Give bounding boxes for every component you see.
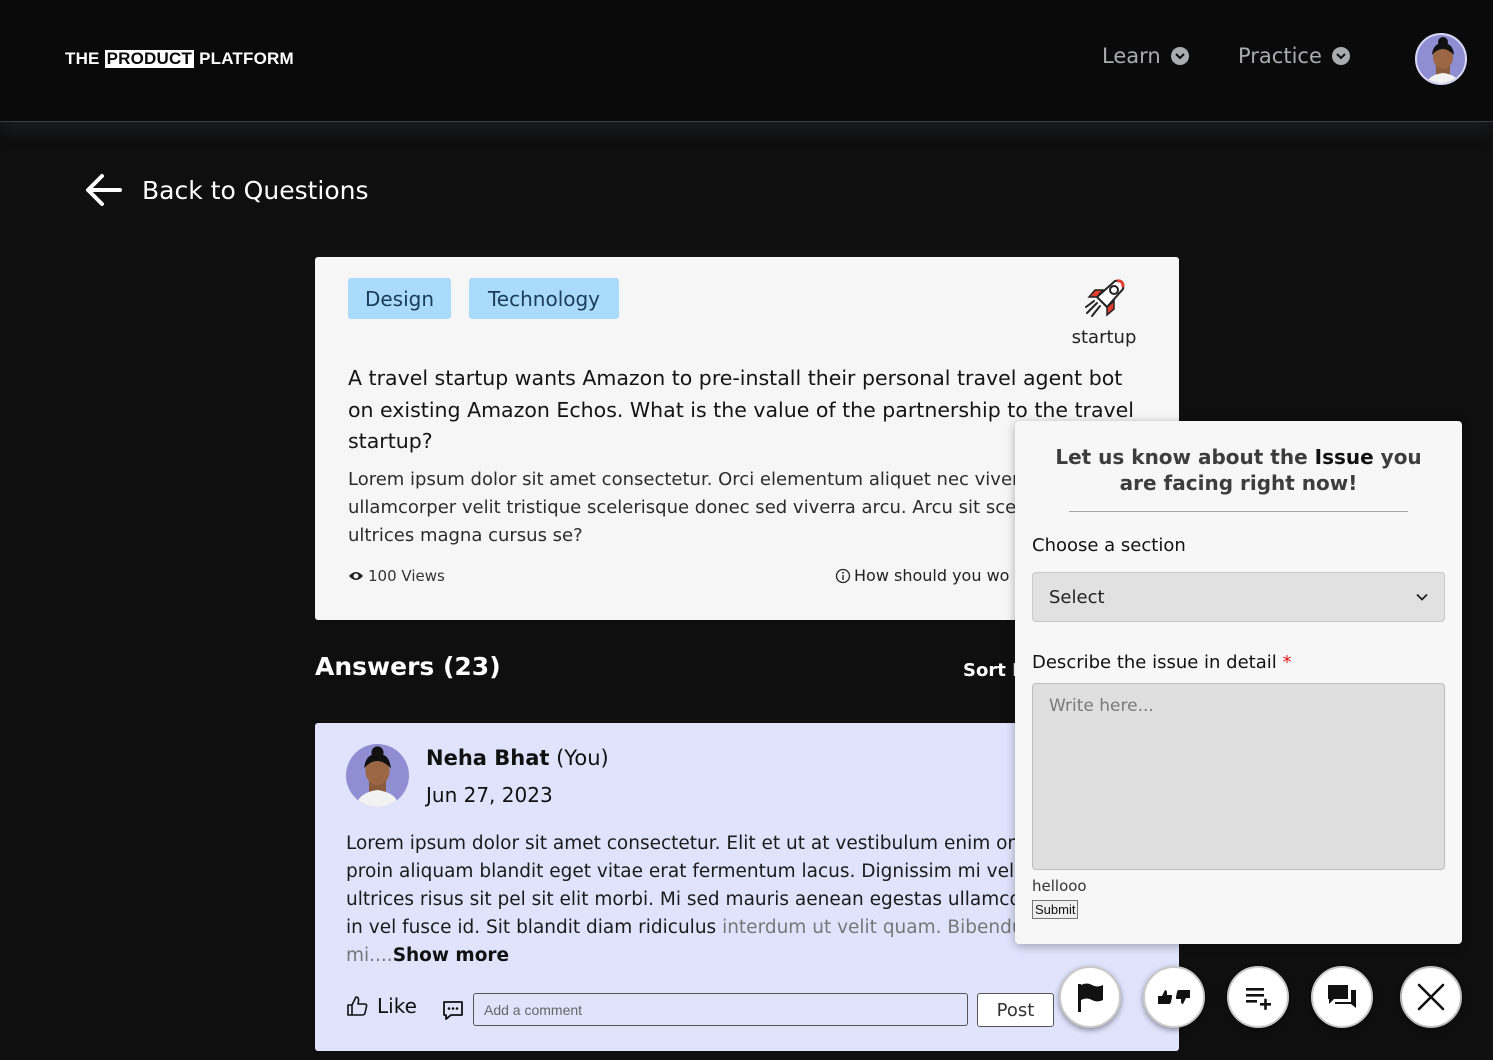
- author-name: Neha Bhat: [426, 746, 550, 770]
- flag-icon: [1078, 983, 1103, 1012]
- close-button[interactable]: [1400, 966, 1462, 1028]
- chevron-down-icon: [1416, 593, 1428, 601]
- nav-practice-label: Practice: [1238, 44, 1322, 68]
- thumbs-up-icon: [347, 996, 368, 1016]
- top-header: THE PRODUCT PLATFORM Learn Practice: [0, 0, 1493, 122]
- back-to-questions-link[interactable]: Back to Questions: [84, 170, 369, 210]
- post-comment-button[interactable]: Post: [977, 993, 1054, 1027]
- report-flag-button[interactable]: [1059, 966, 1121, 1028]
- brand-logo[interactable]: THE PRODUCT PLATFORM: [65, 49, 294, 69]
- user-avatar[interactable]: [1415, 33, 1467, 85]
- arrow-left-icon: [86, 174, 122, 206]
- show-more-link[interactable]: Show more: [393, 945, 509, 966]
- back-label: Back to Questions: [142, 175, 369, 205]
- comment-icon[interactable]: [441, 998, 465, 1026]
- like-label: Like: [377, 994, 417, 1018]
- required-marker: *: [1282, 652, 1292, 673]
- answer-hint[interactable]: How should you wo: [835, 566, 1009, 585]
- category-label: startup: [1071, 327, 1137, 348]
- nav-learn[interactable]: Learn: [1102, 44, 1189, 68]
- view-count-label: 100 Views: [368, 567, 445, 585]
- chat-icon: [1328, 985, 1356, 1008]
- answer-author: Neha Bhat (You): [426, 746, 609, 770]
- section-label: Choose a section: [1032, 535, 1186, 556]
- issue-echo-text: hellooo: [1032, 877, 1087, 895]
- info-icon: [835, 568, 851, 583]
- issue-report-panel: Let us know about the Issue you are faci…: [1015, 421, 1462, 944]
- answers-heading: Answers (23): [315, 652, 501, 681]
- answer-hint-label: How should you wo: [854, 566, 1010, 585]
- title-prefix: Let us know about the: [1055, 445, 1315, 469]
- tag-technology[interactable]: Technology: [469, 278, 619, 319]
- eye-icon: [349, 572, 363, 580]
- rocket-icon: [1085, 279, 1125, 317]
- playlist-add-icon: [1246, 988, 1271, 1010]
- view-count: 100 Views: [348, 567, 445, 585]
- close-icon: [1417, 983, 1445, 1011]
- chevron-down-icon: [1170, 47, 1189, 65]
- detail-label: Describe the issue in detail *: [1032, 652, 1292, 673]
- logo-boxed-word: PRODUCT: [104, 49, 195, 68]
- nav-learn-label: Learn: [1102, 44, 1161, 68]
- panel-divider: [1069, 511, 1408, 512]
- discussion-button[interactable]: [1311, 966, 1373, 1028]
- issue-detail-textarea[interactable]: [1032, 683, 1445, 870]
- answer-date: Jun 27, 2023: [426, 783, 553, 807]
- category-startup: startup: [1069, 277, 1139, 348]
- like-button[interactable]: Like: [346, 994, 417, 1018]
- select-value: Select: [1049, 586, 1105, 608]
- section-select[interactable]: Select: [1032, 572, 1445, 622]
- detail-label-text: Describe the issue in detail: [1032, 652, 1277, 673]
- nav-practice[interactable]: Practice: [1238, 44, 1350, 68]
- logo-suffix: PLATFORM: [199, 49, 294, 68]
- thumbs-up-down-icon: [1158, 990, 1190, 1004]
- chevron-down-icon: [1331, 47, 1350, 65]
- submit-button[interactable]: Submit: [1032, 900, 1079, 919]
- comment-input[interactable]: [473, 993, 968, 1026]
- feedback-button[interactable]: [1143, 966, 1205, 1028]
- issue-panel-title: Let us know about the Issue you are faci…: [1045, 444, 1432, 496]
- add-to-list-button[interactable]: [1227, 966, 1289, 1028]
- tag-design[interactable]: Design: [348, 278, 451, 319]
- title-bold: Issue: [1314, 445, 1374, 469]
- author-suffix: (You): [556, 746, 609, 770]
- answer-author-avatar: [346, 744, 409, 807]
- logo-prefix: THE: [65, 49, 100, 68]
